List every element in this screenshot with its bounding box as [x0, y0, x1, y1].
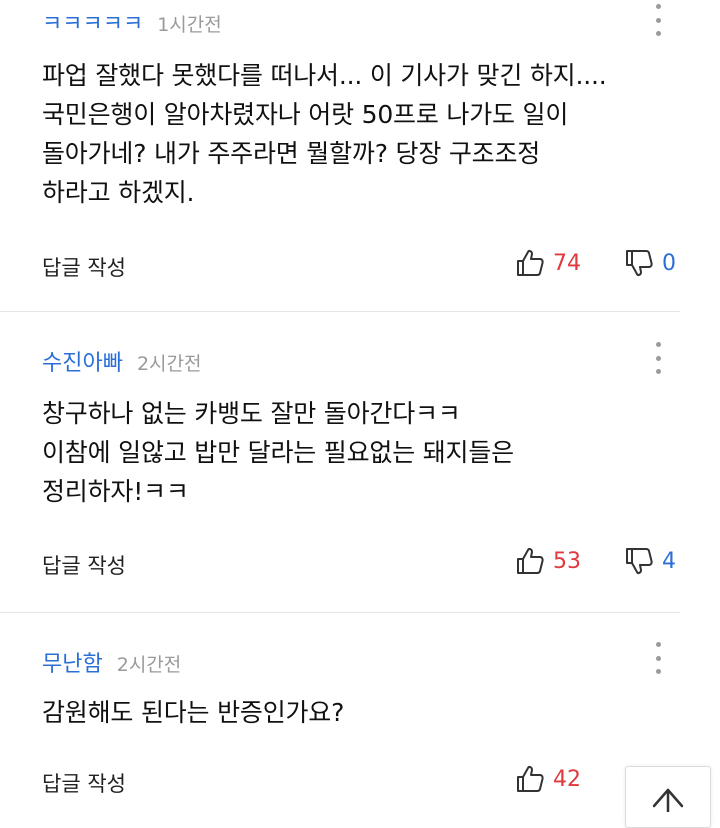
- comment-text-line: 감원해도 된다는 반증인가요?: [42, 698, 345, 727]
- more-vertical-icon[interactable]: [648, 342, 668, 374]
- arrow-up-icon: [652, 788, 684, 812]
- like-count: 42: [553, 766, 581, 792]
- comment-header: 무난함 2시간전: [42, 646, 181, 678]
- like-count: 53: [553, 548, 581, 574]
- comment-body: 감원해도 된다는 반증인가요?: [42, 693, 692, 732]
- comment-time: 1시간전: [157, 14, 222, 36]
- comment-text-line: 정리하자!ㅋㅋ: [42, 477, 189, 506]
- comment-text-line: 창구하나 없는 카뱅도 잘만 돌아간다ㅋㅋ: [42, 399, 461, 428]
- thumbs-down-icon: [626, 250, 653, 277]
- dislike-button[interactable]: 0: [624, 248, 676, 278]
- comment-time: 2시간전: [116, 654, 182, 676]
- more-vertical-icon[interactable]: [648, 4, 668, 36]
- comment-header: 수진아빠 2시간전: [42, 345, 202, 377]
- thumbs-down-icon: [626, 548, 653, 575]
- comment-text-line: 돌아가네? 내가 주주라면 뭘할까? 당장 구조조정: [42, 139, 541, 168]
- more-vertical-icon[interactable]: [648, 642, 668, 674]
- comment-text-line: 국민은행이 알아차렸자나 어랏 50프로 나가도 일이: [42, 100, 569, 129]
- comment-author[interactable]: ㅋㅋㅋㅋㅋ: [42, 6, 143, 38]
- divider: [0, 612, 680, 613]
- comment-text-line: 파업 잘했다 못했다를 떠나서... 이 기사가 맞긴 하지....: [42, 61, 607, 90]
- thumbs-up-icon: [517, 547, 544, 574]
- like-button[interactable]: 42: [515, 764, 581, 794]
- dislike-button[interactable]: 4: [624, 546, 676, 576]
- dislike-count: 4: [662, 548, 676, 574]
- reply-button[interactable]: 답글 작성: [42, 768, 126, 798]
- scroll-top-button[interactable]: [625, 766, 711, 828]
- comment-body: 창구하나 없는 카뱅도 잘만 돌아간다ㅋㅋ 이참에 일않고 밥만 달라는 필요없…: [42, 394, 692, 511]
- thumbs-up-icon: [517, 249, 544, 276]
- comment-author[interactable]: 수진아빠: [42, 345, 123, 377]
- like-button[interactable]: 74: [515, 248, 581, 278]
- comment-body: 파업 잘했다 못했다를 떠나서... 이 기사가 맞긴 하지.... 국민은행이…: [42, 56, 692, 212]
- like-count: 74: [553, 250, 581, 276]
- comment-header: ㅋㅋㅋㅋㅋ 1시간전: [42, 6, 222, 38]
- comment-time: 2시간전: [136, 353, 202, 375]
- comment-author[interactable]: 무난함: [42, 646, 103, 678]
- reply-button[interactable]: 답글 작성: [42, 550, 126, 580]
- divider: [0, 311, 680, 312]
- thumbs-up-icon: [517, 765, 544, 792]
- like-button[interactable]: 53: [515, 546, 581, 576]
- reply-button[interactable]: 답글 작성: [42, 252, 126, 282]
- comment-text-line: 이참에 일않고 밥만 달라는 필요없는 돼지들은: [42, 438, 514, 467]
- dislike-count: 0: [662, 250, 676, 276]
- comment-text-line: 하라고 하겠지.: [42, 178, 195, 207]
